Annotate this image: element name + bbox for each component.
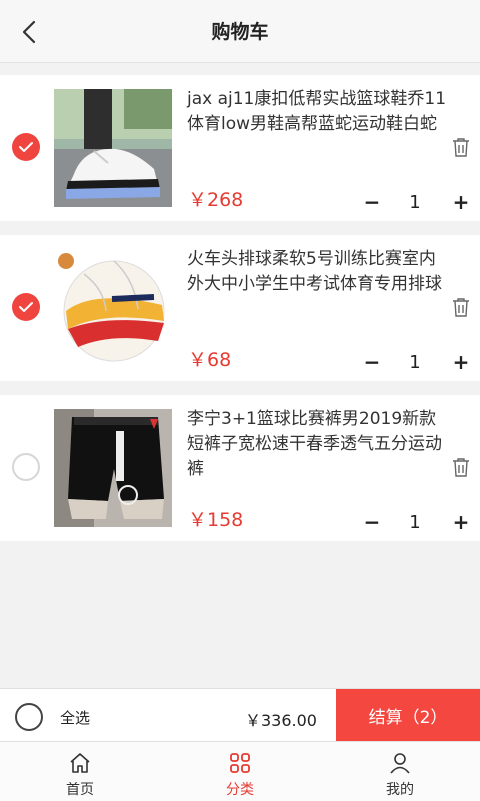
checkout-bar: 全选 ￥336.00 结算（2） <box>0 688 480 742</box>
check-icon <box>19 142 33 152</box>
select-all-label[interactable]: 全选 <box>60 707 90 728</box>
select-all-checkbox[interactable] <box>15 703 43 731</box>
product-price: ￥158 <box>188 509 244 531</box>
tab-profile[interactable]: 我的 <box>320 742 480 801</box>
item-checkbox[interactable] <box>12 293 40 321</box>
item-checkbox[interactable] <box>12 453 40 481</box>
header-bar: 购物车 <box>0 0 480 63</box>
product-image-shoe[interactable] <box>54 89 172 207</box>
delete-button[interactable] <box>452 137 474 161</box>
qty-value: 1 <box>409 512 421 533</box>
checkout-button[interactable]: 结算（2） <box>336 689 480 742</box>
cart-item: 火车头排球柔软5号训练比赛室内外大中小学生中考试体育专用排球 ￥68 − 1 + <box>0 235 480 381</box>
product-price: ￥268 <box>188 189 244 211</box>
product-name[interactable]: 李宁3+1篮球比赛裤男2019新款短裤子宽松速干春季透气五分运动裤 <box>187 407 447 482</box>
tab-home[interactable]: 首页 <box>0 742 160 801</box>
qty-increase-button[interactable]: + <box>451 510 471 534</box>
qty-value: 1 <box>409 192 421 213</box>
profile-icon <box>390 753 410 774</box>
check-icon <box>19 302 33 312</box>
qty-decrease-button[interactable]: − <box>363 350 381 374</box>
delete-button[interactable] <box>452 297 474 321</box>
home-icon <box>70 753 90 773</box>
tab-label: 我的 <box>386 782 414 798</box>
trash-icon <box>453 138 469 157</box>
qty-increase-button[interactable]: + <box>451 190 471 214</box>
bottom-tab-bar: 首页 分类 我的 <box>0 741 480 801</box>
tab-label: 分类 <box>226 782 254 798</box>
qty-decrease-button[interactable]: − <box>363 510 381 534</box>
qty-value: 1 <box>409 352 421 373</box>
product-image-volleyball[interactable] <box>54 249 172 367</box>
product-name[interactable]: jax aj11康扣低帮实战篮球鞋乔11体育low男鞋高帮蓝蛇运动鞋白蛇 <box>187 87 447 137</box>
trash-icon <box>453 298 469 317</box>
cart-list: jax aj11康扣低帮实战篮球鞋乔11体育low男鞋高帮蓝蛇运动鞋白蛇 ￥26… <box>0 75 480 555</box>
cart-item: 李宁3+1篮球比赛裤男2019新款短裤子宽松速干春季透气五分运动裤 ￥158 −… <box>0 395 480 541</box>
qty-decrease-button[interactable]: − <box>363 190 381 214</box>
qty-increase-button[interactable]: + <box>451 350 471 374</box>
total-price: ￥336.00 <box>245 711 317 730</box>
product-image-shorts[interactable] <box>54 409 172 527</box>
product-price: ￥68 <box>188 349 232 371</box>
item-checkbox[interactable] <box>12 133 40 161</box>
tab-label: 首页 <box>66 782 94 798</box>
trash-icon <box>453 458 469 477</box>
page-title: 购物车 <box>211 21 269 43</box>
tab-category[interactable]: 分类 <box>160 742 320 801</box>
category-icon <box>230 753 250 773</box>
delete-button[interactable] <box>452 457 474 481</box>
product-name[interactable]: 火车头排球柔软5号训练比赛室内外大中小学生中考试体育专用排球 <box>187 247 447 297</box>
cart-item: jax aj11康扣低帮实战篮球鞋乔11体育low男鞋高帮蓝蛇运动鞋白蛇 ￥26… <box>0 75 480 221</box>
